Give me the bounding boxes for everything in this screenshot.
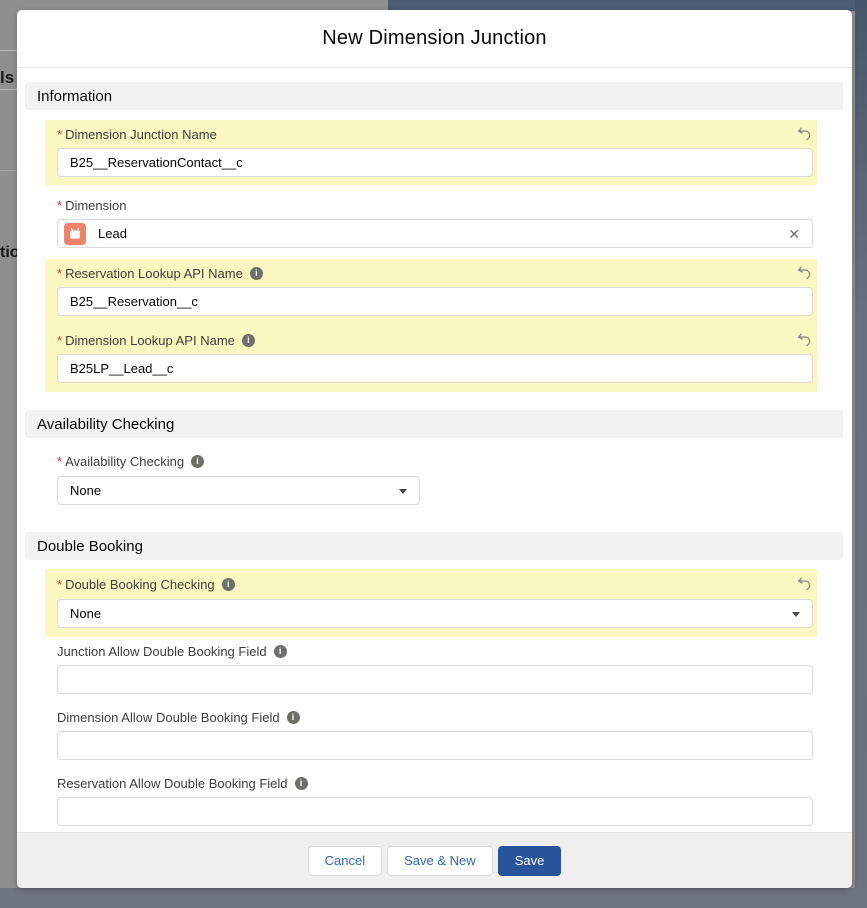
chevron-down-icon	[792, 612, 800, 617]
dimension-lookup-combobox[interactable]: Lead ✕	[57, 219, 813, 248]
reservation-lookup-api-name-input[interactable]	[57, 287, 813, 316]
required-marker: *	[57, 127, 62, 142]
field-double-booking-checking: * Double Booking Checking i None	[45, 569, 817, 637]
field-label: Junction Allow Double Booking Field	[57, 644, 267, 659]
field-label: Reservation Lookup API Name	[65, 266, 243, 281]
info-icon[interactable]: i	[242, 334, 255, 347]
field-label: Dimension Allow Double Booking Field	[57, 710, 280, 725]
field-junction-allow-double-booking: Junction Allow Double Booking Field i	[57, 644, 813, 694]
required-marker: *	[57, 333, 62, 348]
field-lookup-api-names: * Reservation Lookup API Name i *	[45, 259, 817, 392]
info-icon[interactable]: i	[274, 645, 287, 658]
required-marker: *	[57, 454, 62, 469]
background-divider	[0, 89, 17, 90]
info-icon[interactable]: i	[287, 711, 300, 724]
chevron-down-icon	[399, 489, 407, 494]
required-marker: *	[57, 577, 62, 592]
dimension-junction-name-input[interactable]	[57, 148, 813, 177]
modal-header: New Dimension Junction	[17, 10, 852, 68]
reservation-allow-double-booking-input[interactable]	[57, 797, 813, 826]
section-title: Information	[37, 88, 112, 105]
section-title: Double Booking	[37, 538, 143, 555]
availability-checking-select[interactable]: None	[57, 476, 420, 505]
background-bottom-strip	[0, 888, 867, 908]
info-icon[interactable]: i	[250, 267, 263, 280]
background-divider	[0, 50, 17, 51]
field-label: Dimension	[65, 198, 126, 213]
save-button[interactable]: Save	[498, 846, 562, 876]
background-right-strip	[855, 0, 867, 908]
field-label: Double Booking Checking	[65, 577, 215, 592]
modal-footer: Cancel Save & New Save	[17, 832, 852, 888]
selected-option: None	[70, 483, 101, 498]
screen: ls U tio New Dimension Junction Informat…	[0, 0, 867, 908]
dimension-allow-double-booking-input[interactable]	[57, 731, 813, 760]
field-label: Dimension Lookup API Name	[65, 333, 235, 348]
double-booking-checking-select[interactable]: None	[57, 599, 813, 628]
field-dimension: * Dimension Lead ✕	[57, 198, 813, 248]
info-icon[interactable]: i	[295, 777, 308, 790]
selected-option: None	[70, 606, 101, 621]
required-marker: *	[57, 266, 62, 281]
field-label: Dimension Junction Name	[65, 127, 217, 142]
undo-icon[interactable]	[795, 575, 813, 593]
background-text-fragment: tio	[0, 244, 18, 262]
modal-title: New Dimension Junction	[322, 27, 547, 50]
field-label: Reservation Allow Double Booking Field	[57, 776, 288, 791]
section-header-information: Information	[25, 82, 843, 110]
undo-icon[interactable]	[795, 125, 813, 143]
save-and-new-button[interactable]: Save & New	[387, 846, 493, 876]
modal-body: Information * Dimension Junction Name	[17, 68, 852, 832]
required-marker: *	[57, 198, 62, 213]
dimension-lookup-api-name-input[interactable]	[57, 354, 813, 383]
cancel-button[interactable]: Cancel	[308, 846, 382, 876]
field-dimension-allow-double-booking: Dimension Allow Double Booking Field i	[57, 710, 813, 760]
background-text-fragment: ls U	[0, 68, 18, 88]
section-title: Availability Checking	[37, 416, 174, 433]
undo-icon[interactable]	[795, 264, 813, 282]
selected-record-name: Lead	[98, 226, 127, 241]
field-reservation-allow-double-booking: Reservation Allow Double Booking Field i	[57, 776, 813, 826]
undo-icon[interactable]	[795, 331, 813, 349]
remove-selection-icon[interactable]: ✕	[788, 227, 800, 241]
lead-object-icon	[64, 223, 86, 245]
field-dimension-junction-name: * Dimension Junction Name	[45, 120, 817, 185]
field-availability-checking: * Availability Checking i None	[57, 454, 813, 505]
background-divider	[0, 170, 17, 171]
section-header-availability: Availability Checking	[25, 410, 843, 438]
info-icon[interactable]: i	[222, 578, 235, 591]
field-label: Availability Checking	[65, 454, 184, 469]
junction-allow-double-booking-input[interactable]	[57, 665, 813, 694]
info-icon[interactable]: i	[191, 455, 204, 468]
section-header-double-booking: Double Booking	[25, 532, 843, 560]
new-dimension-junction-modal: New Dimension Junction Information * Dim…	[17, 10, 852, 888]
